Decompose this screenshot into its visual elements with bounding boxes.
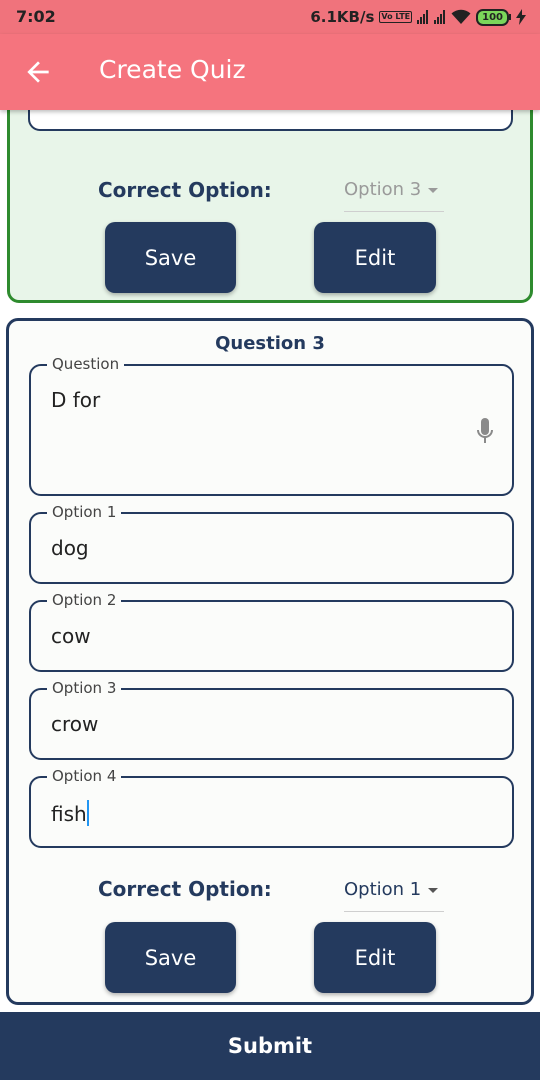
page-title: Create Quiz [99, 55, 246, 84]
correct-option-dropdown-q2[interactable]: Option 3 [344, 179, 444, 212]
charging-icon [516, 9, 526, 25]
status-bar: 7:02 6.1KB/s Vo LTE 100 [0, 0, 540, 34]
correct-option-label: Correct Option: [98, 877, 272, 901]
option4-value-wrap: fish [51, 800, 89, 826]
chevron-down-icon [428, 188, 438, 193]
microphone-icon[interactable] [476, 418, 494, 446]
arrow-back-icon[interactable] [22, 56, 54, 88]
submit-button[interactable]: Submit [0, 1012, 540, 1080]
option3-value: crow [51, 712, 99, 736]
option4-label: Option 4 [47, 766, 122, 786]
chevron-down-icon [428, 888, 438, 893]
save-button[interactable]: Save [105, 922, 236, 993]
volte-label: Vo LTE [381, 12, 411, 21]
question-title: Question 3 [215, 333, 325, 354]
option4-field[interactable]: Option 4 fish [29, 766, 514, 848]
question-card-3: Question 3 Question D for Option 1 dog O… [6, 318, 534, 1005]
question-field-value: D for [51, 388, 101, 412]
signal-icon [434, 10, 446, 24]
edit-button[interactable]: Edit [314, 922, 436, 993]
battery-level: 100 [476, 8, 509, 26]
text-cursor [86, 800, 89, 826]
option1-label: Option 1 [47, 502, 122, 522]
save-label: Save [144, 945, 197, 970]
app-bar: Create Quiz [0, 34, 540, 110]
net-speed: 6.1KB/s [310, 8, 375, 26]
correct-option-dropdown[interactable]: Option 1 [344, 879, 444, 912]
volte-icon: Vo LTE [379, 11, 413, 23]
edit-button-q2[interactable]: Edit [314, 222, 436, 293]
option4-value: fish [51, 802, 87, 826]
signal-icon [417, 10, 429, 24]
wifi-icon [451, 9, 471, 24]
option1-field[interactable]: Option 1 dog [29, 502, 514, 584]
option1-value: dog [51, 536, 89, 560]
option3-label: Option 3 [47, 678, 122, 698]
edit-label-q2: Edit [354, 245, 396, 270]
status-time: 7:02 [16, 7, 56, 26]
save-button-q2[interactable]: Save [105, 222, 236, 293]
edit-label: Edit [354, 945, 396, 970]
question-field-label: Question [47, 354, 125, 374]
status-icons: 6.1KB/s Vo LTE 100 [305, 7, 526, 27]
save-label-q2: Save [144, 245, 197, 270]
option2-label: Option 2 [47, 590, 122, 610]
submit-label: Submit [227, 1034, 313, 1058]
battery-icon: 100 [476, 8, 511, 26]
option3-field[interactable]: Option 3 crow [29, 678, 514, 760]
question-field[interactable]: Question D for [29, 354, 514, 496]
correct-option-value-q2: Option 3 [344, 179, 422, 200]
correct-option-value: Option 1 [344, 879, 422, 900]
correct-option-label-q2: Correct Option: [98, 178, 272, 202]
option2-field[interactable]: Option 2 cow [29, 590, 514, 672]
option2-value: cow [51, 624, 91, 648]
